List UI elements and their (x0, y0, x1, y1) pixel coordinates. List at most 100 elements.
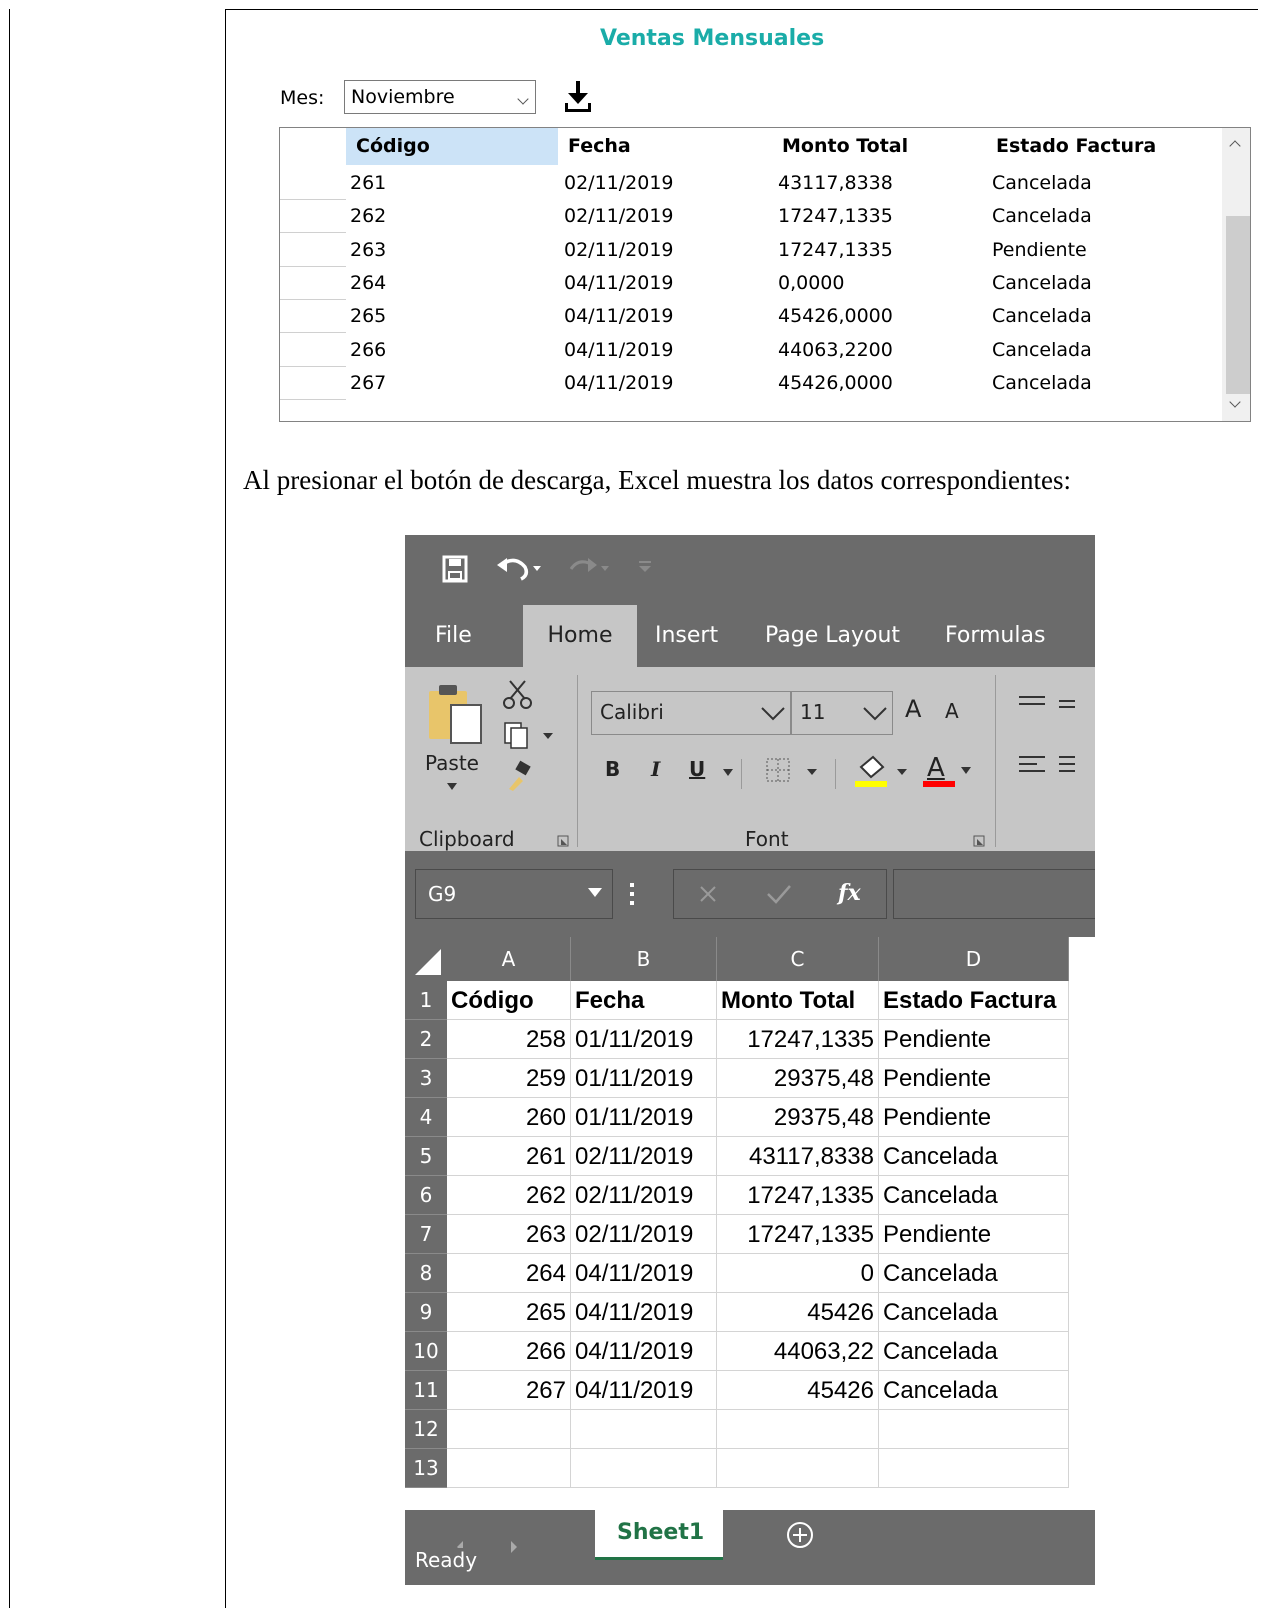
formula-input[interactable] (893, 869, 1095, 919)
grid-header-codigo[interactable]: Código (346, 128, 558, 165)
copy-icon[interactable] (501, 719, 561, 749)
borders-icon[interactable] (765, 757, 825, 785)
tab-formulas[interactable]: Formulas (945, 605, 1045, 667)
grid-header-estado[interactable]: Estado Factura (986, 128, 1202, 165)
cancel-icon[interactable] (698, 884, 718, 904)
grid-cell[interactable]: 264 (350, 266, 386, 300)
cell[interactable]: 263 (447, 1215, 571, 1254)
cell[interactable]: Pendiente (879, 1098, 1069, 1137)
cell[interactable]: 04/11/2019 (571, 1332, 717, 1371)
grid-scrollbar[interactable] (1222, 128, 1250, 421)
shrink-font-button[interactable]: A (945, 699, 959, 723)
grid-cell[interactable]: Cancelada (992, 333, 1092, 367)
cell[interactable]: 01/11/2019 (571, 1020, 717, 1059)
customize-toolbar-icon[interactable] (637, 559, 653, 573)
cell[interactable]: 01/11/2019 (571, 1059, 717, 1098)
column-header[interactable]: D (879, 937, 1069, 981)
cell[interactable]: Estado Factura (879, 981, 1069, 1020)
grid-cell[interactable]: 0,0000 (778, 266, 844, 300)
cell[interactable]: 02/11/2019 (571, 1176, 717, 1215)
cell[interactable]: 0 (717, 1254, 879, 1293)
cell[interactable]: 43117,8338 (717, 1137, 879, 1176)
cell[interactable]: Pendiente (879, 1059, 1069, 1098)
cell[interactable]: Pendiente (879, 1215, 1069, 1254)
row-header[interactable]: 2 (405, 1020, 447, 1059)
grid-cell[interactable]: 263 (350, 233, 386, 267)
scroll-tabs-right-icon[interactable] (509, 1540, 519, 1554)
scroll-up-icon[interactable] (1229, 140, 1241, 152)
cell[interactable]: 45426 (717, 1293, 879, 1332)
scrollbar-thumb[interactable] (1226, 216, 1250, 394)
underline-button[interactable]: U (689, 757, 705, 781)
tab-home[interactable]: Home (523, 605, 637, 667)
row-header[interactable]: 6 (405, 1176, 447, 1215)
tab-page-layout[interactable]: Page Layout (765, 605, 900, 667)
download-button[interactable] (563, 80, 593, 114)
cell[interactable]: 04/11/2019 (571, 1371, 717, 1410)
redo-icon[interactable] (563, 553, 613, 583)
cell[interactable]: 267 (447, 1371, 571, 1410)
tab-insert[interactable]: Insert (655, 605, 718, 667)
cell[interactable]: 260 (447, 1098, 571, 1137)
cell[interactable] (571, 1449, 717, 1488)
grid-header-fecha[interactable]: Fecha (558, 128, 772, 165)
row-header[interactable]: 4 (405, 1098, 447, 1137)
grid-header-monto[interactable]: Monto Total (772, 128, 986, 165)
month-select[interactable]: Noviembre (344, 80, 536, 114)
sales-grid[interactable]: Código Fecha Monto Total Estado Factura … (279, 127, 1251, 422)
cell[interactable]: Fecha (571, 981, 717, 1020)
cell[interactable]: 262 (447, 1176, 571, 1215)
cell[interactable]: 04/11/2019 (571, 1293, 717, 1332)
grid-cell[interactable]: Cancelada (992, 299, 1092, 333)
grid-cell[interactable]: Cancelada (992, 166, 1092, 200)
column-header[interactable]: C (717, 937, 879, 981)
grid-cell[interactable]: 43117,8338 (778, 166, 893, 200)
cell[interactable]: 02/11/2019 (571, 1215, 717, 1254)
cell[interactable] (717, 1449, 879, 1488)
cell[interactable] (571, 1410, 717, 1449)
insert-function-button[interactable]: fx (838, 880, 861, 906)
row-header[interactable]: 9 (405, 1293, 447, 1332)
grid-cell[interactable]: 04/11/2019 (564, 266, 674, 300)
cell[interactable] (879, 1449, 1069, 1488)
bold-button[interactable]: B (605, 757, 620, 781)
cell[interactable]: 45426 (717, 1371, 879, 1410)
column-header[interactable]: B (571, 937, 717, 981)
cell[interactable]: 44063,22 (717, 1332, 879, 1371)
cell[interactable]: 17247,1335 (717, 1215, 879, 1254)
save-icon[interactable] (442, 555, 468, 583)
italic-button[interactable]: I (651, 757, 660, 781)
alignment-icon[interactable] (1015, 691, 1095, 791)
cell[interactable]: 264 (447, 1254, 571, 1293)
new-sheet-icon[interactable] (785, 1520, 815, 1550)
row-header[interactable]: 7 (405, 1215, 447, 1254)
row-header[interactable]: 5 (405, 1137, 447, 1176)
grid-cell[interactable]: Cancelada (992, 366, 1092, 400)
cell[interactable] (717, 1410, 879, 1449)
font-name-combo[interactable]: Calibri (591, 691, 791, 735)
grid-cell[interactable]: Cancelada (992, 199, 1092, 233)
grid-cell[interactable]: 262 (350, 199, 386, 233)
cell[interactable]: 261 (447, 1137, 571, 1176)
scroll-down-icon[interactable] (1229, 396, 1241, 408)
grid-cell[interactable]: Pendiente (992, 233, 1087, 267)
row-header[interactable]: 8 (405, 1254, 447, 1293)
cell[interactable]: 17247,1335 (717, 1176, 879, 1215)
row-header[interactable]: 3 (405, 1059, 447, 1098)
cell[interactable] (879, 1410, 1069, 1449)
row-header[interactable]: 1 (405, 981, 447, 1020)
grid-cell[interactable]: 45426,0000 (778, 299, 893, 333)
grow-font-button[interactable]: A (905, 695, 921, 723)
undo-icon[interactable] (495, 553, 545, 583)
cell[interactable]: Cancelada (879, 1254, 1069, 1293)
cell[interactable]: 265 (447, 1293, 571, 1332)
row-header[interactable]: 13 (405, 1449, 447, 1488)
cell[interactable]: 259 (447, 1059, 571, 1098)
grid-cell[interactable]: 04/11/2019 (564, 333, 674, 367)
cell[interactable]: 01/11/2019 (571, 1098, 717, 1137)
grid-cell[interactable]: 267 (350, 366, 386, 400)
row-header[interactable]: 12 (405, 1410, 447, 1449)
font-color-button[interactable]: A (923, 753, 983, 789)
cell[interactable]: 17247,1335 (717, 1020, 879, 1059)
cell[interactable]: 02/11/2019 (571, 1137, 717, 1176)
